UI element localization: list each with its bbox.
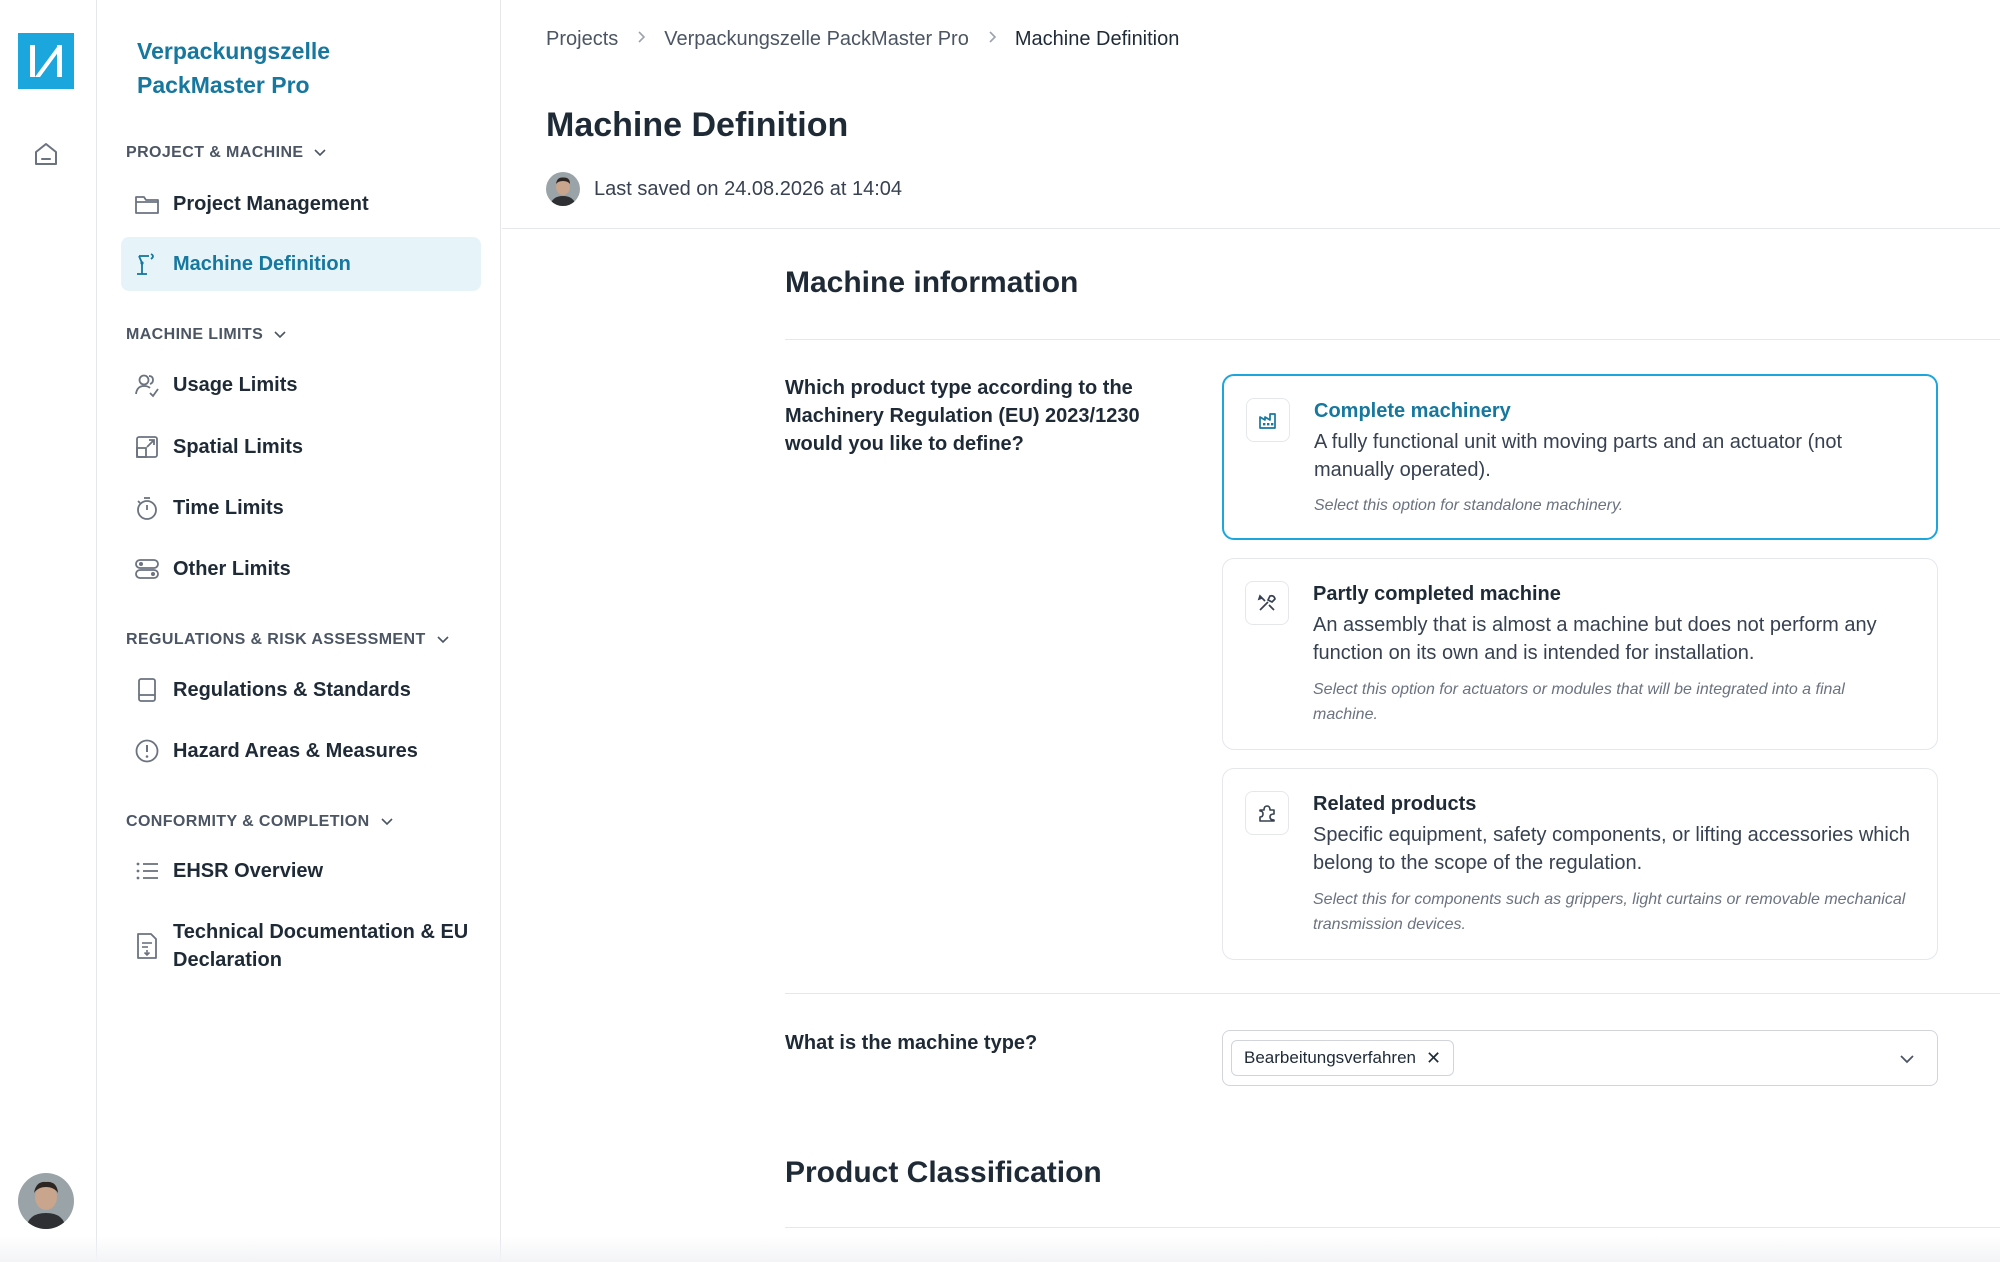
main-content: Projects Verpackungszelle PackMaster Pro…	[502, 0, 2000, 1262]
section-heading: REGULATIONS & RISK ASSESSMENT	[126, 631, 426, 648]
app-logo[interactable]	[18, 33, 74, 89]
section-title-product-classification: Product Classification	[785, 1156, 1102, 1189]
puzzle-icon	[1245, 791, 1289, 835]
book-icon	[133, 676, 161, 704]
sidebar-item-label: Hazard Areas & Measures	[173, 739, 418, 762]
breadcrumb-projects[interactable]: Projects	[546, 28, 618, 51]
home-icon	[35, 143, 57, 165]
sidebar-item-label: Machine Definition	[173, 252, 351, 275]
option-hint: Select this option for actuators or modu…	[1313, 681, 1845, 723]
factory-icon	[1246, 398, 1290, 442]
sidebar-item-label: Regulations & Standards	[173, 678, 411, 701]
section-project-machine[interactable]: PROJECT & MACHINE	[126, 144, 327, 162]
section-divider	[785, 1227, 2000, 1228]
selected-tag: Bearbeitungsverfahren ✕	[1231, 1040, 1455, 1076]
chevron-right-icon	[987, 30, 997, 49]
document-download-icon	[133, 932, 161, 960]
option-title: Complete machinery	[1314, 400, 1511, 422]
chevron-down-icon	[314, 149, 327, 157]
project-title[interactable]: Verpackungszelle PackMaster Pro	[137, 34, 437, 102]
avatar	[546, 172, 580, 206]
logo-mark-icon	[30, 45, 62, 77]
sidebar-item-usage-limits[interactable]: Usage Limits	[121, 358, 481, 412]
sidebar-item-other-limits[interactable]: Other Limits	[121, 542, 481, 596]
section-title-machine-information: Machine information	[785, 266, 1079, 299]
remove-tag-icon[interactable]: ✕	[1426, 1048, 1441, 1069]
breadcrumb: Projects Verpackungszelle PackMaster Pro…	[546, 28, 1179, 51]
sidebar-item-label: Project Management	[173, 192, 369, 215]
sidebar-item-project-management[interactable]: Project Management	[121, 177, 481, 231]
folder-icon	[133, 190, 161, 218]
option-related-products[interactable]: Related products Specific equipment, saf…	[1222, 768, 1938, 960]
option-hint: Select this option for standalone machin…	[1314, 497, 1624, 514]
sidebar-item-label: Technical Documentation & EU Declaration	[173, 921, 469, 971]
option-description: An assembly that is almost a machine but…	[1313, 614, 1877, 664]
last-saved-info: Last saved on 24.08.2026 at 14:04	[546, 172, 902, 206]
section-machine-limits[interactable]: MACHINE LIMITS	[126, 326, 287, 344]
page-title: Machine Definition	[546, 106, 849, 144]
alert-circle-icon	[133, 737, 161, 765]
option-partly-completed-machine[interactable]: Partly completed machine An assembly tha…	[1222, 558, 1938, 750]
toggles-icon	[133, 555, 161, 583]
user-avatar[interactable]	[18, 1173, 74, 1229]
product-type-question: Which product type according to the Mach…	[785, 377, 1140, 455]
option-title: Related products	[1313, 793, 1477, 815]
sidebar: Verpackungszelle PackMaster Pro PROJECT …	[97, 0, 501, 1262]
sidebar-item-regulations-standards[interactable]: Regulations & Standards	[121, 663, 481, 717]
sidebar-item-time-limits[interactable]: Time Limits	[121, 481, 481, 535]
avatar-icon	[546, 172, 580, 206]
chevron-down-icon	[274, 331, 286, 339]
tools-icon	[1245, 581, 1289, 625]
stopwatch-icon	[133, 494, 161, 522]
section-heading: MACHINE LIMITS	[126, 326, 264, 343]
home-button[interactable]	[28, 136, 64, 172]
sidebar-item-hazard-areas[interactable]: Hazard Areas & Measures	[121, 724, 481, 778]
expand-icon	[133, 433, 161, 461]
sidebar-item-label: Time Limits	[173, 496, 284, 519]
breadcrumb-current: Machine Definition	[1014, 28, 1180, 50]
robot-arm-icon	[133, 250, 161, 278]
section-heading: CONFORMITY & COMPLETION	[126, 813, 370, 830]
section-regulations-risk[interactable]: REGULATIONS & RISK ASSESSMENT	[126, 631, 450, 649]
section-heading: PROJECT & MACHINE	[126, 144, 304, 161]
sidebar-item-ehsr-overview[interactable]: EHSR Overview	[121, 844, 481, 898]
chevron-down-icon[interactable]	[1897, 1049, 1917, 1074]
option-title: Partly completed machine	[1313, 583, 1561, 605]
section-conformity-completion[interactable]: CONFORMITY & COMPLETION	[126, 813, 394, 831]
machine-type-select[interactable]: Bearbeitungsverfahren ✕	[1222, 1030, 1938, 1086]
list-icon	[133, 857, 161, 885]
chevron-right-icon	[636, 30, 646, 49]
sidebar-item-label: Other Limits	[173, 557, 291, 580]
sidebar-item-label: Usage Limits	[173, 373, 298, 396]
last-saved-text: Last saved on 24.08.2026 at 14:04	[594, 177, 903, 200]
avatar-icon	[18, 1173, 74, 1229]
header-divider	[502, 228, 2000, 229]
chevron-down-icon	[381, 818, 393, 826]
option-description: A fully functional unit with moving part…	[1314, 431, 1843, 481]
sidebar-item-label: EHSR Overview	[173, 859, 324, 882]
section-divider	[785, 993, 2000, 994]
breadcrumb-project[interactable]: Verpackungszelle PackMaster Pro	[664, 28, 969, 51]
users-icon	[133, 371, 161, 399]
machine-type-question: What is the machine type?	[785, 1032, 1038, 1054]
option-complete-machinery[interactable]: Complete machinery A fully functional un…	[1222, 374, 1938, 540]
sidebar-item-technical-documentation[interactable]: Technical Documentation & EU Declaration	[121, 908, 481, 984]
chevron-down-icon	[437, 636, 449, 644]
section-divider	[785, 339, 2000, 340]
sidebar-item-label: Spatial Limits	[173, 435, 304, 458]
tag-label: Bearbeitungsverfahren	[1244, 1048, 1417, 1067]
sidebar-item-spatial-limits[interactable]: Spatial Limits	[121, 420, 481, 474]
option-description: Specific equipment, safety components, o…	[1313, 824, 1910, 874]
option-hint: Select this for components such as gripp…	[1313, 891, 1906, 933]
sidebar-item-machine-definition[interactable]: Machine Definition	[121, 237, 481, 291]
icon-rail	[0, 0, 97, 1262]
